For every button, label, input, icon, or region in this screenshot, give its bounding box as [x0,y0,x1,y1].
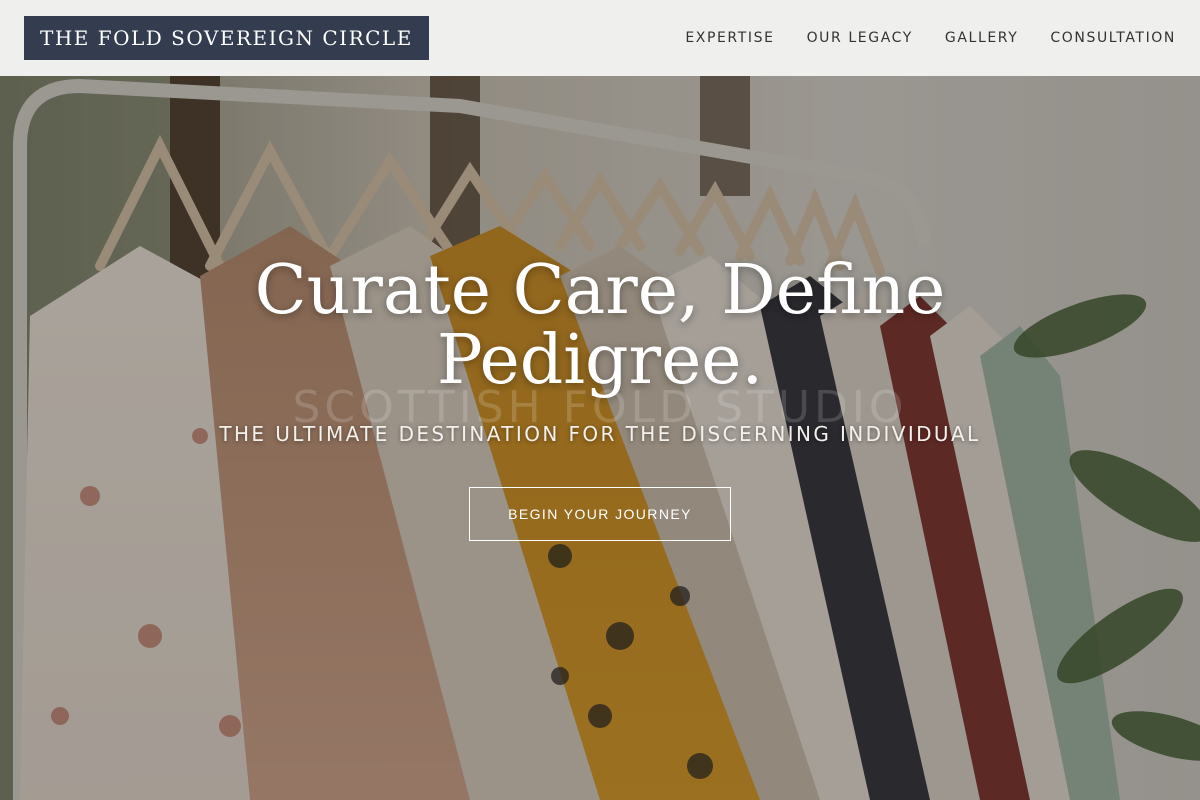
nav-item-our-legacy[interactable]: OUR LEGACY [807,30,913,46]
hero-section: Curate Care, Define Pedigree. SCOTTISH F… [0,76,1200,800]
nav-item-consultation[interactable]: CONSULTATION [1050,30,1176,46]
hero-title: Curate Care, Define Pedigree. [0,256,1200,396]
begin-journey-button[interactable]: BEGIN YOUR JOURNEY [469,487,731,541]
nav-item-expertise[interactable]: EXPERTISE [685,30,774,46]
nav-item-gallery[interactable]: GALLERY [945,30,1018,46]
main-nav: EXPERTISE OUR LEGACY GALLERY CONSULTATIO… [653,30,1176,46]
hero-content: Curate Care, Define Pedigree. SCOTTISH F… [0,76,1200,800]
site-header: THE FOLD SOVEREIGN CIRCLE EXPERTISE OUR … [0,0,1200,76]
hero-subtitle: THE ULTIMATE DESTINATION FOR THE DISCERN… [219,422,981,446]
site-logo[interactable]: THE FOLD SOVEREIGN CIRCLE [24,16,429,60]
hero-title-line-1: Curate Care, Define [254,251,946,330]
